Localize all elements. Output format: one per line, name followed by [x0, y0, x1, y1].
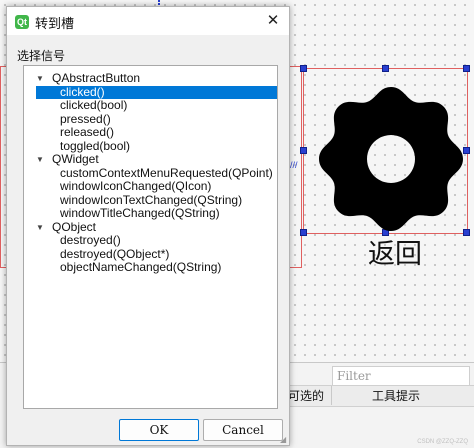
tree-item[interactable]: destroyed()	[36, 234, 277, 247]
tree-item-label: objectNameChanged(QString)	[60, 260, 222, 274]
tree-item[interactable]: released()	[36, 126, 277, 139]
tree-item[interactable]: clicked()	[36, 84, 277, 99]
chevron-down-icon[interactable]: ▼	[36, 72, 46, 85]
column-separator	[331, 386, 332, 405]
title-bar: Qt 转到槽 ✕	[7, 7, 289, 35]
tree-group[interactable]: ▼ QObject	[28, 219, 277, 234]
tree-item[interactable]: windowTitleChanged(QString)	[36, 207, 277, 220]
signal-tree[interactable]: ▼ QAbstractButton clicked() clicked(bool) pr…	[23, 65, 278, 409]
close-icon[interactable]: ✕	[263, 11, 283, 31]
tree-item[interactable]: destroyed(QObject*)	[36, 246, 277, 261]
resize-handle[interactable]	[300, 147, 307, 154]
tree-item-label: clicked(bool)	[60, 98, 128, 112]
filter-input[interactable]: Filter	[332, 366, 470, 386]
dialog-title: 转到槽	[35, 16, 75, 31]
tree-group[interactable]: ▼ QAbstractButton	[28, 72, 277, 85]
tree-item-label: customContextMenuRequested(QPoint)	[60, 165, 273, 180]
tree-item[interactable]: clicked(bool)	[36, 99, 277, 112]
tree-item-label: destroyed()	[60, 233, 121, 247]
column-header-optional[interactable]: 可选的	[288, 387, 324, 404]
tree-item-label: toggled(bool)	[60, 138, 131, 153]
column-header-tooltip[interactable]: 工具提示	[372, 387, 420, 404]
ok-button[interactable]: OK	[119, 419, 199, 441]
tree-item-label: windowIconChanged(QIcon)	[60, 179, 212, 193]
tree-item[interactable]: windowIconTextChanged(QString)	[36, 192, 277, 207]
resize-handle[interactable]	[382, 65, 389, 72]
signal-group-label: 选择信号	[17, 49, 66, 63]
chevron-down-icon[interactable]: ▼	[36, 221, 46, 234]
resize-handle[interactable]	[463, 65, 470, 72]
cancel-button[interactable]: Cancel	[203, 419, 283, 441]
tree-item[interactable]: windowIconChanged(QIcon)	[36, 180, 277, 193]
chevron-down-icon[interactable]: ▼	[36, 153, 46, 166]
tree-item-label: released()	[60, 125, 115, 139]
tree-item[interactable]: toggled(bool)	[36, 138, 277, 153]
spacer-marker: ///	[290, 160, 298, 170]
tree-item[interactable]: objectNameChanged(QString)	[36, 261, 277, 274]
tree-item-label: pressed()	[60, 111, 111, 126]
tree-item-label: destroyed(QObject*)	[60, 246, 170, 261]
resize-handle[interactable]	[300, 65, 307, 72]
tree-group[interactable]: ▼ QWidget	[28, 153, 277, 166]
tree-item[interactable]: customContextMenuRequested(QPoint)	[36, 165, 277, 180]
tree-item[interactable]: pressed()	[36, 111, 277, 126]
tree-group-label: QWidget	[52, 152, 99, 166]
go-to-slot-dialog: Qt 转到槽 ✕ 选择信号 ▼ QAbstractButton clicked() c…	[6, 6, 290, 446]
gear-icon	[319, 87, 463, 231]
tree-item-label: windowIconTextChanged(QString)	[60, 192, 243, 207]
tree-group-label: QObject	[52, 219, 97, 234]
watermark: CSDN @ZZQ-ZZQ	[417, 439, 468, 445]
tree-item-label: windowTitleChanged(QString)	[60, 206, 220, 220]
return-button-label: 返回	[368, 239, 422, 270]
tree-group-label: QAbstractButton	[52, 71, 141, 85]
resize-grip-icon[interactable]: ◢	[280, 435, 288, 444]
qt-app-icon: Qt	[15, 15, 29, 29]
resize-handle[interactable]	[300, 229, 307, 236]
tree-item-label: clicked()	[60, 84, 105, 99]
